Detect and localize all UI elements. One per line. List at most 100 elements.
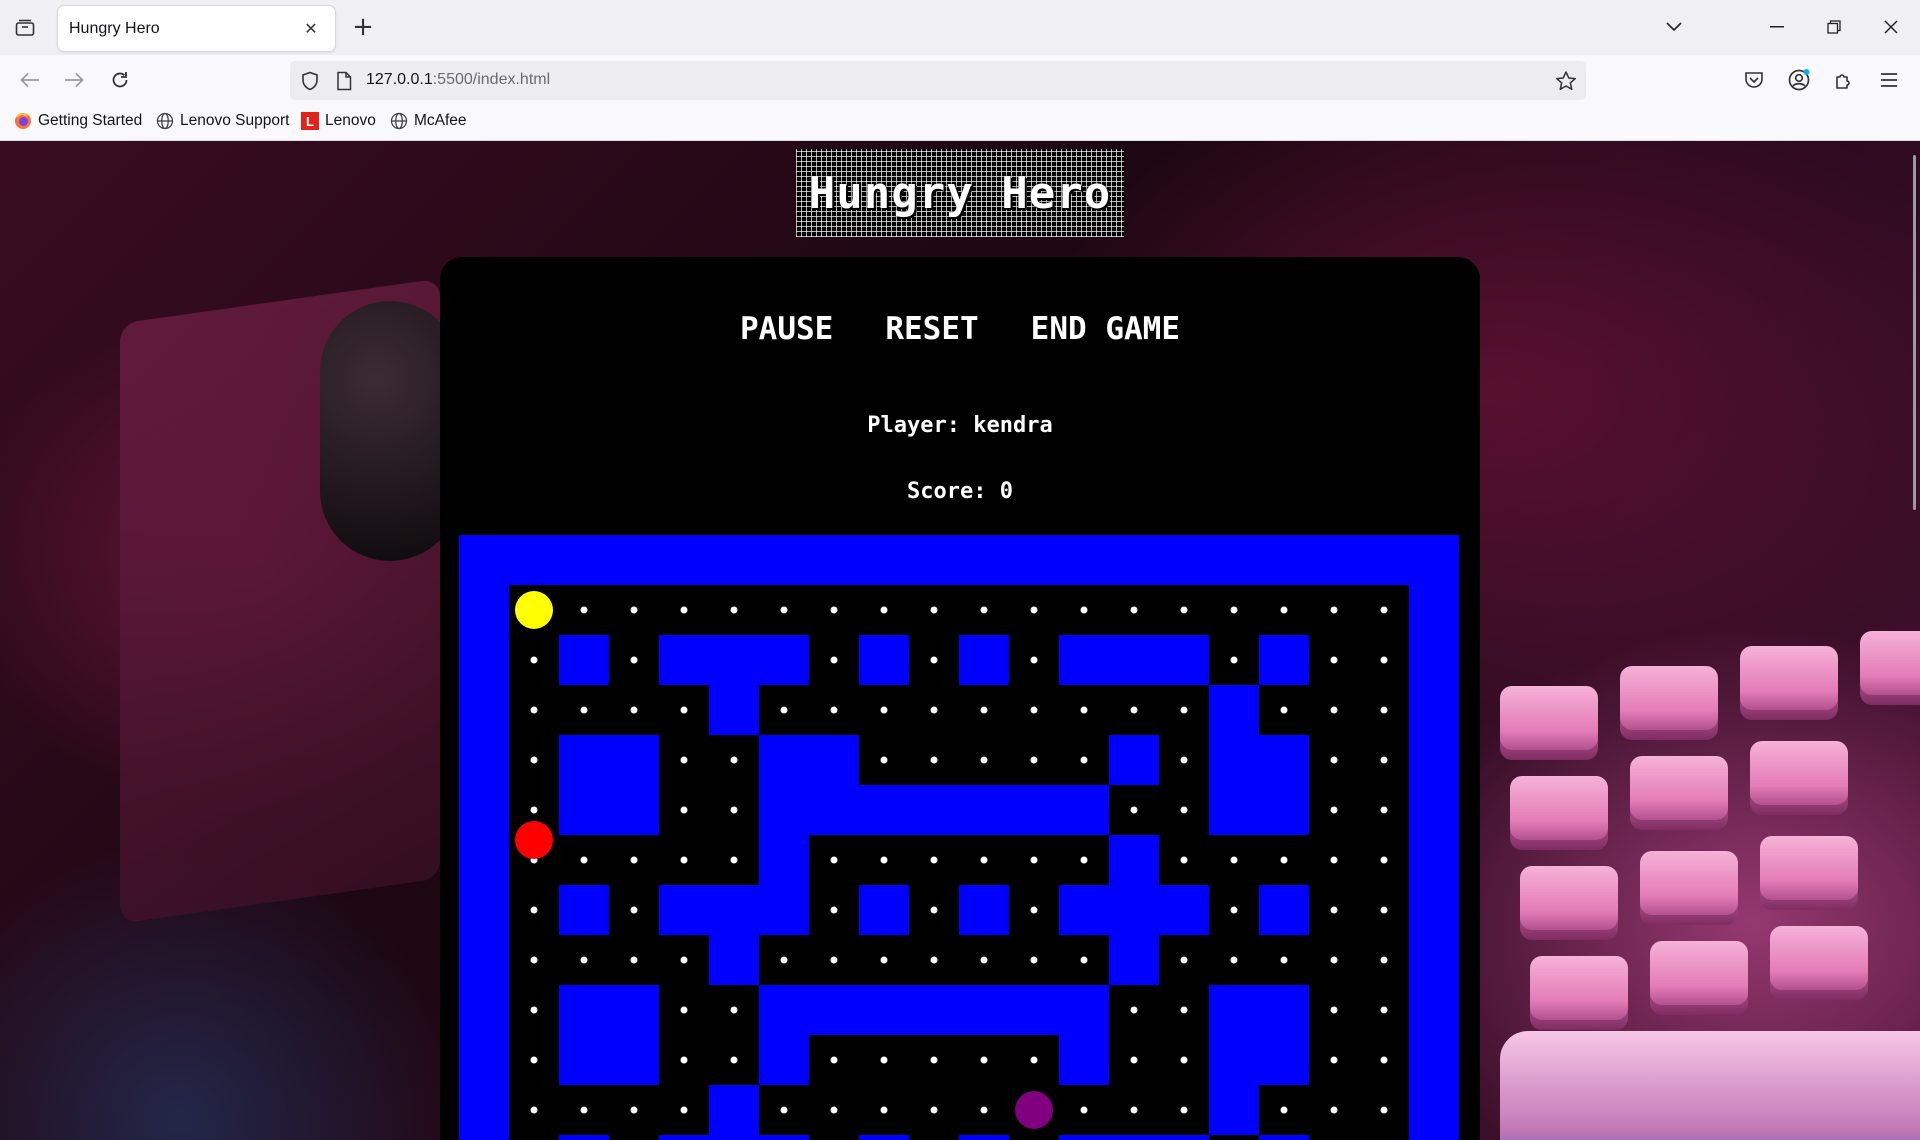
bookmark-mcafee[interactable]: McAfee [390, 112, 467, 130]
pellet-dot [830, 656, 838, 664]
pellet-dot [630, 856, 638, 864]
pellet-dot [1380, 856, 1388, 864]
account-icon[interactable] [1783, 64, 1815, 96]
end-game-button[interactable]: END GAME [1031, 311, 1180, 347]
pellet-dot [1330, 856, 1338, 864]
pellet-dot [830, 706, 838, 714]
restore-icon[interactable] [1814, 12, 1854, 42]
pellet-dot [530, 906, 538, 914]
maze-floor-cell [609, 1135, 659, 1140]
game-controls: PAUSE RESET END GAME [440, 311, 1480, 347]
pause-button[interactable]: PAUSE [740, 311, 833, 347]
minimize-icon[interactable] [1757, 12, 1797, 42]
pellet-dot [1330, 706, 1338, 714]
browser-tab[interactable]: Hungry Hero ✕ [58, 6, 335, 51]
reload-icon[interactable] [104, 64, 136, 96]
pellet-dot [1080, 706, 1088, 714]
game-board[interactable] [459, 535, 1459, 1140]
menu-icon[interactable] [1873, 64, 1905, 96]
forward-arrow-icon[interactable] [58, 64, 90, 96]
pellet-dot [1280, 606, 1288, 614]
globe-icon [390, 112, 408, 130]
back-arrow-icon[interactable] [14, 64, 46, 96]
pellet-dot [1080, 856, 1088, 864]
pellet-dot [630, 656, 638, 664]
pellet-dot [1280, 1106, 1288, 1114]
pellet-dot [1180, 706, 1188, 714]
navigation-bar: 127.0.0.1:5500/index.html [0, 55, 1920, 103]
pellet-dot [680, 806, 688, 814]
pellet-dot [1330, 806, 1338, 814]
pellet-dot [1030, 1056, 1038, 1064]
pellet-dot [580, 706, 588, 714]
bookmark-lenovo[interactable]: L Lenovo [301, 112, 376, 130]
pellet-dot [1330, 906, 1338, 914]
background-keycap [1770, 926, 1868, 1000]
pellet-dot [980, 856, 988, 864]
pellet-dot [880, 706, 888, 714]
pellet-dot [780, 1106, 788, 1114]
page-scrollbar[interactable] [1913, 155, 1916, 510]
pellet-dot [1280, 956, 1288, 964]
pellet-dot [630, 956, 638, 964]
pellet-dot [680, 1106, 688, 1114]
game-logo: Hungry Hero [796, 149, 1124, 237]
page-viewport: Hungry Hero PAUSE RESET END GAME Player:… [0, 141, 1920, 1140]
extensions-icon[interactable] [1828, 64, 1860, 96]
pellet-dot [980, 1056, 988, 1064]
background-spacebar [1500, 1031, 1920, 1140]
pellet-dot [1030, 956, 1038, 964]
new-tab-icon[interactable]: + [348, 12, 378, 44]
reset-button[interactable]: RESET [885, 311, 978, 347]
background-keycap [1760, 836, 1858, 910]
background-keycap [1500, 686, 1598, 760]
pellet-dot [880, 856, 888, 864]
address-bar[interactable]: 127.0.0.1:5500/index.html [290, 61, 1586, 100]
background-keycap [1620, 666, 1718, 740]
shield-icon[interactable] [298, 69, 322, 93]
chevron-down-icon[interactable] [1654, 12, 1694, 42]
pellet-dot [880, 956, 888, 964]
pellet-dot [1380, 606, 1388, 614]
pellet-dot [680, 606, 688, 614]
bookmark-label: McAfee [414, 112, 467, 129]
pellet-dot [930, 1106, 938, 1114]
close-icon[interactable]: ✕ [301, 19, 321, 38]
pellet-dot [980, 756, 988, 764]
pellet-dot [1080, 756, 1088, 764]
pellet-dot [930, 706, 938, 714]
pellet-dot [1180, 1056, 1188, 1064]
tab-list-icon[interactable] [10, 14, 40, 42]
pellet-dot [580, 1106, 588, 1114]
pellet-dot [630, 706, 638, 714]
pellet-dot [530, 756, 538, 764]
maze-floor-cell [1309, 1135, 1359, 1140]
bookmark-getting-started[interactable]: Getting Started [14, 112, 142, 130]
url-host: 127.0.0.1 [366, 71, 433, 88]
window-close-icon[interactable] [1871, 12, 1911, 42]
pellet-dot [1030, 856, 1038, 864]
maze-floor-cell [1209, 1135, 1259, 1140]
pellet-dot [730, 806, 738, 814]
svg-text:L: L [306, 114, 314, 129]
pellet-dot [1330, 606, 1338, 614]
pellet-dot [630, 606, 638, 614]
pellet-dot [730, 756, 738, 764]
pellet-dot [1030, 656, 1038, 664]
pellet-dot [930, 756, 938, 764]
pellet-dot [1130, 806, 1138, 814]
lenovo-logo-icon: L [301, 112, 319, 130]
maze-floor-cell [809, 1135, 859, 1140]
url-text[interactable]: 127.0.0.1:5500/index.html [366, 71, 550, 89]
globe-icon [156, 112, 174, 130]
page-icon[interactable] [332, 69, 356, 93]
maze-canvas[interactable] [459, 535, 1459, 1140]
background-keycap [1860, 631, 1920, 705]
pellet-dot [980, 1106, 988, 1114]
bookmark-lenovo-support[interactable]: Lenovo Support [156, 112, 289, 130]
pellet-dot [830, 856, 838, 864]
bookmark-star-icon[interactable] [1554, 69, 1578, 93]
pocket-icon[interactable] [1738, 64, 1770, 96]
pellet-dot [1330, 1056, 1338, 1064]
bookmarks-toolbar: Getting Started Lenovo Support L Lenovo … [0, 103, 1920, 141]
